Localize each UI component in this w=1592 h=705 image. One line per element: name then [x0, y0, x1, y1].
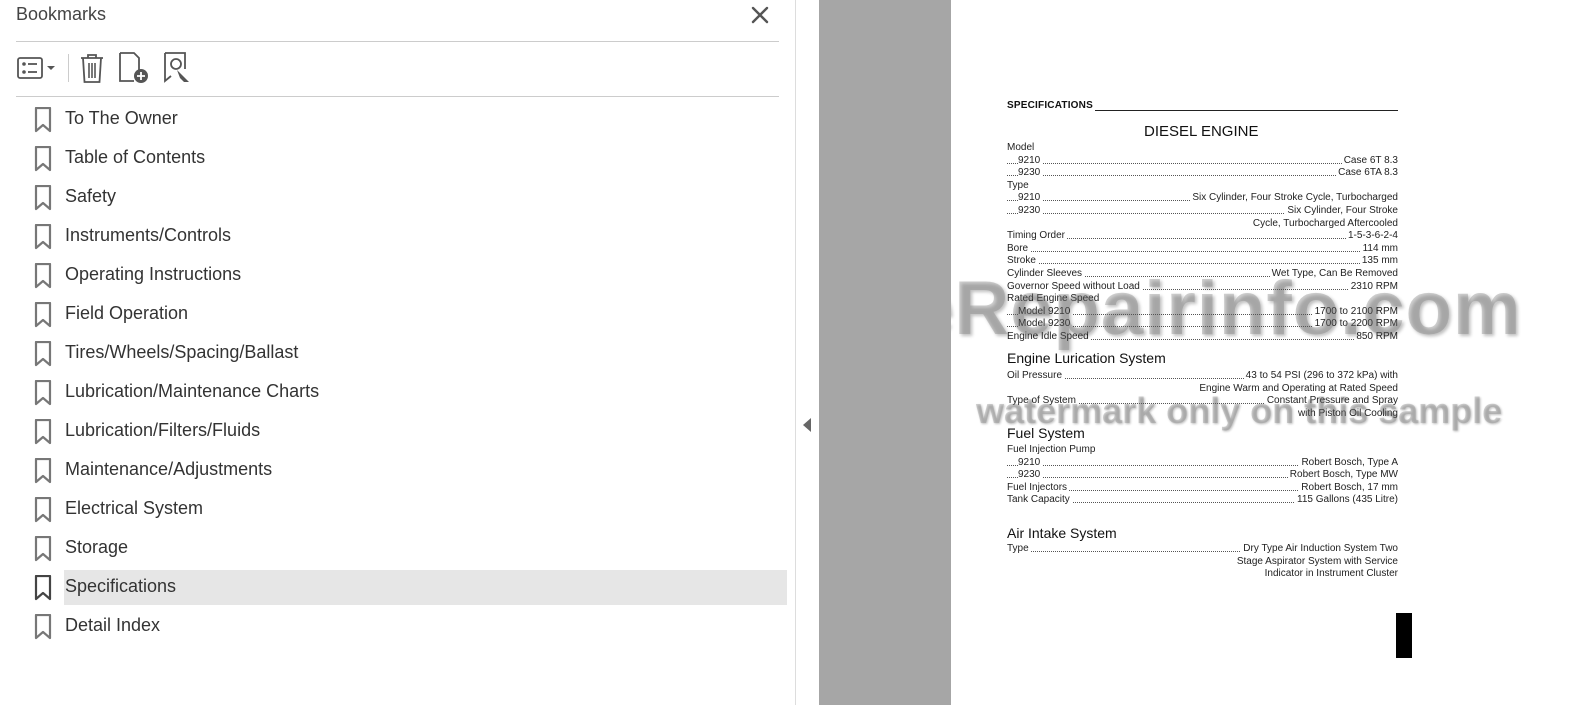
panel-splitter[interactable]	[795, 0, 820, 705]
bookmark-icon	[34, 107, 52, 133]
bookmark-icon	[34, 497, 52, 523]
bookmark-label: Tires/Wheels/Spacing/Ballast	[65, 342, 299, 362]
spec-row: 9230 Case 6TA 8.3	[1007, 167, 1398, 180]
bookmarks-toolbar	[16, 50, 779, 88]
spec-row: Oil Pressure 43 to 54 PSI (296 to 372 kPa…	[1007, 370, 1398, 383]
trash-icon	[81, 54, 103, 83]
close-panel-button[interactable]	[747, 2, 773, 28]
spec-row: Type Dry Type Air Induction System Two	[1007, 543, 1398, 556]
bookmark-label: Detail Index	[65, 615, 161, 635]
bookmark-icon	[34, 380, 52, 406]
options-menu-button[interactable]	[16, 50, 60, 86]
bookmark-item[interactable]: Storage	[0, 531, 795, 570]
bookmark-item[interactable]: Instruments/Controls	[0, 219, 795, 258]
bookmark-label: Lubrication/Filters/Fluids	[65, 420, 261, 440]
page-edge-mark	[1396, 613, 1412, 658]
bookmark-label: Lubrication/Maintenance Charts	[65, 381, 320, 401]
bookmark-item[interactable]: Specifications	[0, 570, 795, 609]
bookmark-label: Electrical System	[65, 498, 204, 518]
find-bookmark-icon	[164, 52, 189, 83]
collapse-arrow-icon[interactable]	[803, 418, 811, 432]
toolbar-separator	[68, 54, 69, 82]
spec-row: Timing Order 1-5-3-6-2-4	[1007, 230, 1398, 243]
toolbar-divider	[16, 96, 779, 97]
spec-row: Bore 114 mm	[1007, 242, 1398, 256]
bookmark-search-button[interactable]	[161, 50, 195, 86]
add-bookmark-icon	[119, 52, 148, 83]
spec-row: 9230 Robert Bosch, Type MW	[1007, 469, 1398, 482]
bookmark-label: To The Owner	[65, 108, 178, 128]
bookmark-item[interactable]: Operating Instructions	[0, 258, 795, 297]
spec-row: Stage Aspirator System with Service	[1234, 555, 1398, 569]
spec-row: 9210 Six Cylinder, Four Stroke Cycle, Tur…	[1007, 192, 1398, 205]
section-rule	[1095, 110, 1398, 111]
bookmark-icon	[34, 536, 52, 562]
delete-bookmark-button[interactable]	[76, 50, 108, 86]
panel-divider	[16, 41, 779, 42]
air-heading: Air Intake System	[1007, 525, 1117, 541]
page-title: DIESEL ENGINE	[1144, 123, 1259, 140]
bookmark-item[interactable]: Detail Index	[0, 609, 795, 648]
spec-row: Fuel Injectors Robert Bosch, 17 mm	[1007, 481, 1398, 495]
bookmark-label: Table of Contents	[65, 147, 206, 167]
bookmark-icon	[34, 458, 52, 484]
watermark-sub: watermark only on this sample	[976, 390, 1503, 431]
list-options-icon	[17, 57, 55, 79]
bookmark-icon	[34, 185, 52, 211]
spec-row: Type	[1007, 179, 1031, 193]
lube-heading: Engine Lurication System	[1007, 350, 1166, 366]
panel-title: Bookmarks	[16, 4, 107, 24]
bookmark-icon	[34, 224, 52, 250]
bookmark-icon	[34, 146, 52, 172]
bookmark-item[interactable]: Safety	[0, 180, 795, 219]
spec-row: Cycle, Turbocharged Aftercooled	[1250, 217, 1398, 231]
spec-row: 9210 Case 6T 8.3	[1007, 154, 1398, 168]
air-specs: Type Dry Type Air Induction System Two St…	[1007, 543, 1398, 581]
bookmark-icon	[34, 341, 52, 367]
spec-row: Fuel Injection Pump	[1007, 444, 1098, 457]
bookmark-item[interactable]: Lubrication/Maintenance Charts	[0, 375, 795, 414]
bookmark-item[interactable]: To The Owner	[0, 102, 795, 141]
spec-row: Tank Capacity 115 Gallons (435 Litre)	[1007, 494, 1398, 507]
bookmark-item[interactable]: Tires/Wheels/Spacing/Ballast	[0, 336, 795, 375]
fuel-specs: Fuel Injection Pump 9210 Robert Bosch, Ty…	[1007, 444, 1398, 507]
new-bookmark-button[interactable]	[117, 50, 151, 86]
bookmark-list: To The Owner Table of Contents Safety Instr…	[0, 102, 795, 648]
spec-row: Indicator in Instrument Cluster	[1262, 568, 1398, 581]
bookmark-item[interactable]: Field Operation	[0, 297, 795, 336]
document-page: SPECIFICATIONS DIESEL ENGINE Model 9210 C…	[951, 0, 1592, 705]
bookmark-label: Operating Instructions	[65, 264, 242, 284]
section-header: SPECIFICATIONS	[1007, 100, 1093, 111]
bookmark-item[interactable]: Table of Contents	[0, 141, 795, 180]
spec-row: 9230 Six Cylinder, Four Stroke	[1007, 204, 1398, 218]
bookmark-icon	[34, 419, 52, 445]
bookmark-label: Field Operation	[65, 303, 189, 323]
bookmark-label: Maintenance/Adjustments	[65, 459, 273, 479]
bookmark-label: Instruments/Controls	[65, 225, 232, 245]
bookmark-item[interactable]: Lubrication/Filters/Fluids	[0, 414, 795, 453]
bookmark-icon	[34, 614, 52, 640]
close-icon	[751, 6, 769, 24]
bookmark-icon	[34, 263, 52, 289]
bookmark-item[interactable]: Electrical System	[0, 492, 795, 531]
bookmark-item[interactable]: Maintenance/Adjustments	[0, 453, 795, 492]
bookmark-label: Specifications	[65, 576, 177, 596]
spec-row: Model	[1007, 142, 1037, 155]
bookmark-label: Storage	[65, 537, 129, 557]
bookmark-label: Safety	[65, 186, 117, 206]
spec-row: 9210 Robert Bosch, Type A	[1007, 456, 1398, 470]
bookmark-icon	[34, 302, 52, 328]
bookmark-icon	[34, 575, 52, 601]
watermark-main: eRepairinfo.com	[951, 266, 1522, 351]
bookmarks-panel: Bookmarks To The Owner Table of Contents…	[0, 0, 795, 705]
